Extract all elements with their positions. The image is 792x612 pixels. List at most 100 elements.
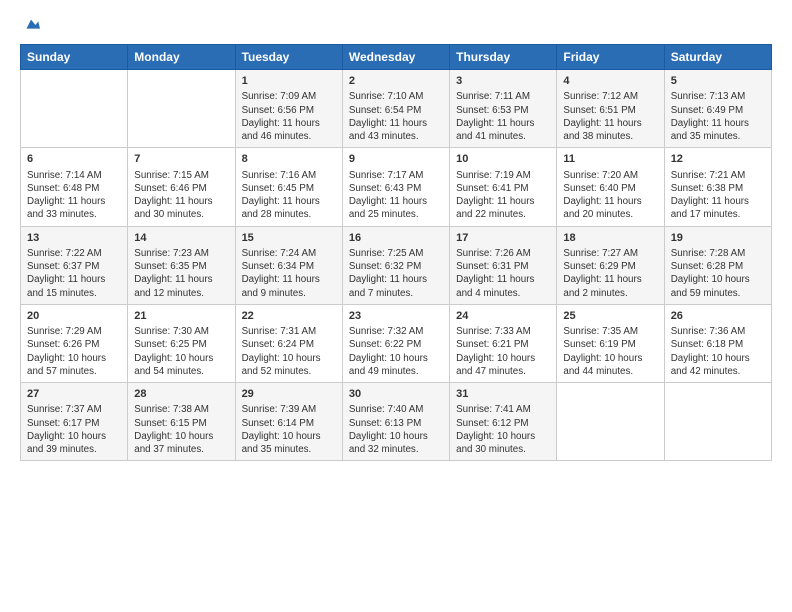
calendar-cell: 10 Sunrise: 7:19 AMSunset: 6:41 PMDayligh… [450, 148, 557, 226]
day-info: Sunrise: 7:37 AMSunset: 6:17 PMDaylight:… [27, 403, 121, 456]
day-number: 11 [563, 152, 657, 167]
calendar-cell [21, 70, 128, 148]
day-number: 1 [242, 74, 336, 89]
calendar-cell: 15Sunrise: 7:24 AMSunset: 6:34 PMDayligh… [235, 226, 342, 304]
day-info: Sunrise: 7:41 AMSunset: 6:12 PMDaylight:… [456, 403, 550, 456]
day-number: 27 [27, 387, 121, 402]
day-info: Sunrise: 7:14 AMSunset: 6:48 PMDaylight:… [27, 169, 121, 222]
calendar-cell: 27Sunrise: 7:37 AMSunset: 6:17 PMDayligh… [21, 383, 128, 461]
calendar-cell: 19Sunrise: 7:28 AMSunset: 6:28 PMDayligh… [664, 226, 771, 304]
day-number: 5 [671, 74, 765, 89]
day-info: Sunrise: 7:25 AMSunset: 6:32 PMDaylight:… [349, 247, 443, 300]
day-info: Sunrise: 7:11 AMSunset: 6:53 PMDaylight:… [456, 90, 550, 143]
calendar-table: SundayMondayTuesdayWednesdayThursdayFrid… [20, 44, 772, 461]
day-info: Sunrise: 7:17 AMSunset: 6:43 PMDaylight:… [349, 169, 443, 222]
calendar-cell: 22Sunrise: 7:31 AMSunset: 6:24 PMDayligh… [235, 304, 342, 382]
calendar-cell: 29Sunrise: 7:39 AMSunset: 6:14 PMDayligh… [235, 383, 342, 461]
day-info: Sunrise: 7:35 AMSunset: 6:19 PMDaylight:… [563, 325, 657, 378]
week-row-1: 1Sunrise: 7:09 AMSunset: 6:56 PMDaylight… [21, 70, 772, 148]
header [20, 16, 772, 34]
day-info: Sunrise: 7:40 AMSunset: 6:13 PMDaylight:… [349, 403, 443, 456]
day-info: Sunrise: 7:30 AMSunset: 6:25 PMDaylight:… [134, 325, 228, 378]
day-number: 6 [27, 152, 121, 167]
day-info: Sunrise: 7:12 AMSunset: 6:51 PMDaylight:… [563, 90, 657, 143]
day-number: 13 [27, 231, 121, 246]
day-number: 2 [349, 74, 443, 89]
day-info: Sunrise: 7:29 AMSunset: 6:26 PMDaylight:… [27, 325, 121, 378]
day-number: 3 [456, 74, 550, 89]
day-info: Sunrise: 7:24 AMSunset: 6:34 PMDaylight:… [242, 247, 336, 300]
day-number: 19 [671, 231, 765, 246]
calendar-cell [664, 383, 771, 461]
calendar-cell: 13Sunrise: 7:22 AMSunset: 6:37 PMDayligh… [21, 226, 128, 304]
day-number: 18 [563, 231, 657, 246]
logo-bird-icon [22, 16, 40, 34]
day-number: 24 [456, 309, 550, 324]
weekday-header-friday: Friday [557, 45, 664, 70]
day-number: 16 [349, 231, 443, 246]
calendar-cell: 14Sunrise: 7:23 AMSunset: 6:35 PMDayligh… [128, 226, 235, 304]
calendar-cell: 17Sunrise: 7:26 AMSunset: 6:31 PMDayligh… [450, 226, 557, 304]
week-row-4: 20Sunrise: 7:29 AMSunset: 6:26 PMDayligh… [21, 304, 772, 382]
day-number: 15 [242, 231, 336, 246]
weekday-header-monday: Monday [128, 45, 235, 70]
day-number: 12 [671, 152, 765, 167]
day-number: 25 [563, 309, 657, 324]
weekday-header-thursday: Thursday [450, 45, 557, 70]
calendar-cell: 8 Sunrise: 7:16 AMSunset: 6:45 PMDaylight… [235, 148, 342, 226]
day-info: Sunrise: 7:23 AMSunset: 6:35 PMDaylight:… [134, 247, 228, 300]
calendar-cell: 16Sunrise: 7:25 AMSunset: 6:32 PMDayligh… [342, 226, 449, 304]
day-number: 7 [134, 152, 228, 167]
calendar-cell: 18Sunrise: 7:27 AMSunset: 6:29 PMDayligh… [557, 226, 664, 304]
day-info: Sunrise: 7:19 AMSunset: 6:41 PMDaylight:… [456, 169, 550, 222]
day-info: Sunrise: 7:16 AMSunset: 6:45 PMDaylight:… [242, 169, 336, 222]
calendar-cell: 24Sunrise: 7:33 AMSunset: 6:21 PMDayligh… [450, 304, 557, 382]
calendar-cell: 20Sunrise: 7:29 AMSunset: 6:26 PMDayligh… [21, 304, 128, 382]
day-info: Sunrise: 7:21 AMSunset: 6:38 PMDaylight:… [671, 169, 765, 222]
day-number: 20 [27, 309, 121, 324]
calendar-cell: 31Sunrise: 7:41 AMSunset: 6:12 PMDayligh… [450, 383, 557, 461]
page: SundayMondayTuesdayWednesdayThursdayFrid… [0, 0, 792, 612]
day-number: 9 [349, 152, 443, 167]
day-info: Sunrise: 7:10 AMSunset: 6:54 PMDaylight:… [349, 90, 443, 143]
calendar-cell: 7 Sunrise: 7:15 AMSunset: 6:46 PMDaylight… [128, 148, 235, 226]
week-row-3: 13Sunrise: 7:22 AMSunset: 6:37 PMDayligh… [21, 226, 772, 304]
day-number: 4 [563, 74, 657, 89]
week-row-2: 6 Sunrise: 7:14 AMSunset: 6:48 PMDaylight… [21, 148, 772, 226]
weekday-header-row: SundayMondayTuesdayWednesdayThursdayFrid… [21, 45, 772, 70]
day-number: 26 [671, 309, 765, 324]
weekday-header-wednesday: Wednesday [342, 45, 449, 70]
calendar-cell: 1Sunrise: 7:09 AMSunset: 6:56 PMDaylight… [235, 70, 342, 148]
weekday-header-saturday: Saturday [664, 45, 771, 70]
day-number: 29 [242, 387, 336, 402]
week-row-5: 27Sunrise: 7:37 AMSunset: 6:17 PMDayligh… [21, 383, 772, 461]
calendar-cell: 6 Sunrise: 7:14 AMSunset: 6:48 PMDaylight… [21, 148, 128, 226]
calendar-cell: 21Sunrise: 7:30 AMSunset: 6:25 PMDayligh… [128, 304, 235, 382]
day-info: Sunrise: 7:32 AMSunset: 6:22 PMDaylight:… [349, 325, 443, 378]
day-info: Sunrise: 7:31 AMSunset: 6:24 PMDaylight:… [242, 325, 336, 378]
day-number: 30 [349, 387, 443, 402]
day-number: 8 [242, 152, 336, 167]
day-info: Sunrise: 7:26 AMSunset: 6:31 PMDaylight:… [456, 247, 550, 300]
day-info: Sunrise: 7:15 AMSunset: 6:46 PMDaylight:… [134, 169, 228, 222]
day-info: Sunrise: 7:33 AMSunset: 6:21 PMDaylight:… [456, 325, 550, 378]
day-info: Sunrise: 7:28 AMSunset: 6:28 PMDaylight:… [671, 247, 765, 300]
calendar-cell [128, 70, 235, 148]
calendar-cell: 5Sunrise: 7:13 AMSunset: 6:49 PMDaylight… [664, 70, 771, 148]
day-info: Sunrise: 7:27 AMSunset: 6:29 PMDaylight:… [563, 247, 657, 300]
weekday-header-sunday: Sunday [21, 45, 128, 70]
calendar-cell: 25Sunrise: 7:35 AMSunset: 6:19 PMDayligh… [557, 304, 664, 382]
day-number: 31 [456, 387, 550, 402]
day-info: Sunrise: 7:20 AMSunset: 6:40 PMDaylight:… [563, 169, 657, 222]
day-info: Sunrise: 7:09 AMSunset: 6:56 PMDaylight:… [242, 90, 336, 143]
calendar-cell: 30Sunrise: 7:40 AMSunset: 6:13 PMDayligh… [342, 383, 449, 461]
calendar-cell: 9 Sunrise: 7:17 AMSunset: 6:43 PMDaylight… [342, 148, 449, 226]
day-number: 28 [134, 387, 228, 402]
calendar-cell: 28Sunrise: 7:38 AMSunset: 6:15 PMDayligh… [128, 383, 235, 461]
day-info: Sunrise: 7:38 AMSunset: 6:15 PMDaylight:… [134, 403, 228, 456]
calendar-cell: 4Sunrise: 7:12 AMSunset: 6:51 PMDaylight… [557, 70, 664, 148]
calendar-cell: 26Sunrise: 7:36 AMSunset: 6:18 PMDayligh… [664, 304, 771, 382]
day-info: Sunrise: 7:22 AMSunset: 6:37 PMDaylight:… [27, 247, 121, 300]
day-number: 10 [456, 152, 550, 167]
day-number: 14 [134, 231, 228, 246]
